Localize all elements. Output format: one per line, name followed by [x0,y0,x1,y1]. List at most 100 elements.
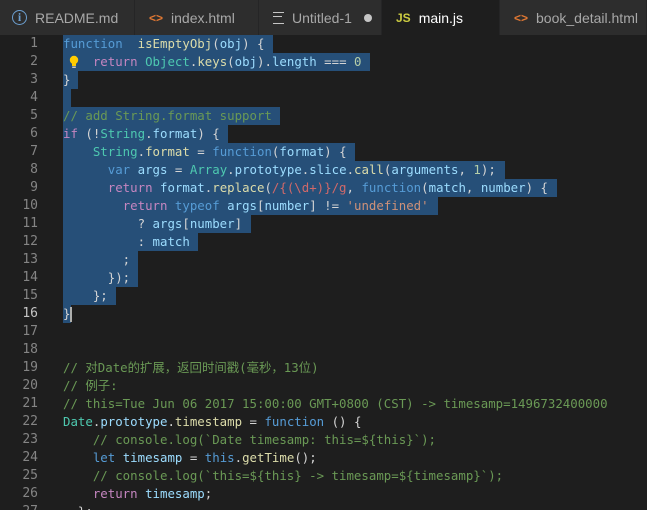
code-text: let timesamp = this.getTime(); [63,449,317,467]
line-number: 6 [30,126,38,141]
code-line[interactable]: 8 var args = Array.prototype.slice.call(… [0,161,647,179]
code-line[interactable]: 17 [0,323,647,341]
code-line[interactable]: 9 return format.replace(/{(\d+)}/g, func… [0,179,647,197]
html-file-icon: <> [514,10,529,25]
code-line[interactable]: 6 if (!String.format) { [0,125,647,143]
code-token: 0 [354,54,362,69]
lightbulb-icon[interactable] [69,55,79,69]
code-token: ? [63,216,153,231]
code-line[interactable]: 10 return typeof args[number] != 'undefi… [0,197,647,215]
code-text: } [63,305,73,323]
code-token: arguments [391,162,459,177]
code-token: [ [182,216,190,231]
code-token: format [160,180,205,195]
line-number: 12 [22,234,38,249]
line-number: 7 [30,144,38,159]
line-number: 22 [22,414,38,429]
code-token: }; [63,504,93,510]
code-line[interactable]: 27 }; [0,503,647,510]
code-token: 1 [473,162,481,177]
line-number: 27 [0,503,38,510]
selection-highlight [63,89,71,107]
code-token: , [465,180,481,195]
code-line[interactable]: 19 // 对Date的扩展，返回时间戳(毫秒，13位) [0,359,647,377]
code-line[interactable]: 11 ? args[number] [0,215,647,233]
code-token: = [242,414,265,429]
code-token: isEmptyObj [137,36,213,51]
code-line[interactable]: 21 // this=Tue Jun 06 2017 15:00:00 GMT+0… [0,395,647,413]
code-line[interactable]: 4 [0,89,647,107]
code-line[interactable]: 1 function isEmptyObj(obj) { [0,35,647,53]
code-token: function [361,180,422,195]
code-text: Date.prototype.timestamp = function () { [63,413,361,431]
code-token: var [107,162,131,177]
code-token: replace [212,180,265,195]
tab-untitled-1[interactable]: Untitled-1 [259,0,382,35]
editor-tab-bar: i README.md <> index.html Untitled-1 JS main.j… [0,0,647,35]
code-line[interactable]: 24 let timesamp = this.getTime(); [0,449,647,467]
code-token: number [264,198,310,213]
code-line[interactable]: 5 // add String.format support [0,107,647,125]
tab-label: index.html [171,9,235,26]
code-line[interactable]: 20 // 例子: [0,377,647,395]
code-line[interactable]: 16} [0,305,647,323]
code-line[interactable]: 23 // console.log(`Date timesamp: this=$… [0,431,647,449]
line-number: 2 [30,54,38,69]
code-line[interactable]: 3} [0,71,647,89]
code-token: = [182,450,205,465]
code-token: . [167,414,175,429]
code-token: () { [324,414,362,429]
code-token: let [92,450,116,465]
code-token: // console.log(`this=${this} -> timesamp… [92,468,504,483]
code-line[interactable]: 25 // console.log(`this=${this} -> times… [0,467,647,485]
code-token: format [152,126,198,141]
tab-book-detail-html[interactable]: <> book_detail.html [500,0,647,35]
code-text: ; [63,251,130,269]
code-token: timestamp [174,414,243,429]
code-token: typeof [174,198,220,213]
code-line[interactable]: 26 return timesamp; [0,485,647,503]
line-number: 14 [22,270,38,285]
code-line[interactable]: 18 [0,341,647,359]
line-number: 9 [30,180,38,195]
code-token: : [63,234,153,249]
line-number: 19 [22,360,38,375]
code-line[interactable]: 2 return Object.keys(obj).length === 0 [0,53,647,71]
code-token: args [137,162,168,177]
code-editor[interactable]: 1 function isEmptyObj(obj) {2 return Obje… [0,35,647,510]
code-token: , [346,180,362,195]
code-token: return [92,54,138,69]
code-line[interactable]: 13 ; [0,251,647,269]
code-token: === [316,54,355,69]
code-token: timesamp [122,450,183,465]
code-token: keys [197,54,228,69]
code-line[interactable]: 12 : match [0,233,647,251]
code-token: this [204,450,235,465]
code-text: // console.log(`this=${this} -> timesamp… [63,467,503,485]
code-line[interactable]: 7 String.format = function(format) { [0,143,647,161]
code-line[interactable]: 15 }; [0,287,647,305]
code-line[interactable]: 22 Date.prototype.timestamp = function ()… [0,413,647,431]
text-file-icon [273,11,284,24]
unsaved-dot-icon[interactable] [363,13,372,22]
tab-readme-md[interactable]: i README.md [0,0,135,35]
tab-main-js[interactable]: JSmain.js✕ [382,0,517,35]
code-token: ( [212,36,220,51]
code-token: if [63,126,78,141]
line-number: 13 [22,252,38,267]
code-token: format [279,144,325,159]
tab-index-html[interactable]: <> index.html [135,0,259,35]
code-token: // console.log(`Date timesamp: this=${th… [92,432,436,447]
code-token: obj [234,54,258,69]
code-token: ). [257,54,272,69]
code-token: . [346,162,355,177]
code-token: }; [63,288,108,303]
code-line[interactable]: 14 }); [0,269,647,287]
